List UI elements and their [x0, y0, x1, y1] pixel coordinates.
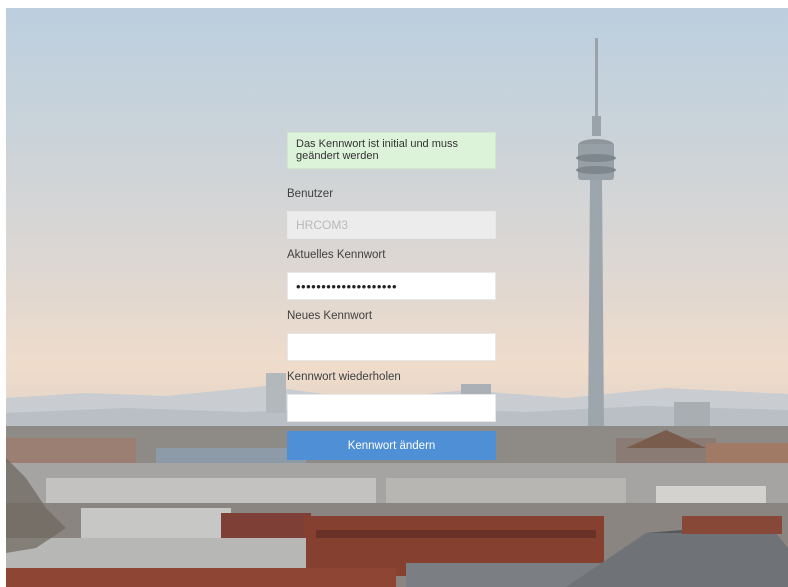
repeat-password-label: Kennwort wiederholen [287, 371, 401, 383]
change-password-button[interactable]: Kennwort ändern [287, 431, 496, 460]
initial-password-notice: Das Kennwort ist initial und muss geände… [287, 132, 496, 169]
user-label: Benutzer [287, 188, 334, 200]
new-password-label: Neues Kennwort [287, 310, 373, 322]
repeat-password-input[interactable] [287, 394, 496, 422]
new-password-input[interactable] [287, 333, 496, 361]
current-password-label: Aktuelles Kennwort [287, 249, 386, 261]
user-field[interactable] [287, 211, 496, 239]
current-password-input[interactable] [287, 272, 496, 300]
